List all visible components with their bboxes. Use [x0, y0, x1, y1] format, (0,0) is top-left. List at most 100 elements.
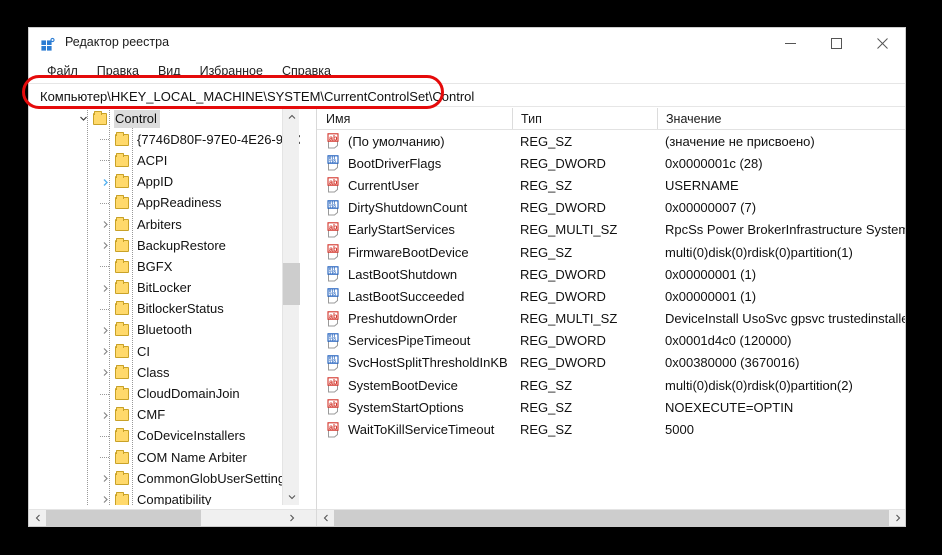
tree-scroll-up-arrow[interactable]	[283, 108, 300, 125]
address-bar[interactable]	[29, 83, 905, 107]
value-name-cell: ab CurrentUser	[317, 177, 512, 193]
address-input[interactable]	[36, 86, 898, 106]
value-row[interactable]: ab PreshutdownOrder REG_MULTI_SZ DeviceInst…	[317, 308, 905, 330]
menu-item-справка[interactable]: Справка	[273, 62, 341, 80]
value-row[interactable]: ab EarlyStartServices REG_MULTI_SZ RpcSs Po…	[317, 219, 905, 241]
value-row[interactable]: 011 110 BootDriverFlags REG_DWORD 0x0000001c…	[317, 152, 905, 174]
tree-node-bgfx[interactable]: BGFX	[29, 256, 300, 277]
tree-horizontal-scrollbar[interactable]	[29, 509, 316, 527]
column-header-name[interactable]: Имя	[317, 108, 512, 129]
folder-icon	[114, 364, 131, 381]
close-button[interactable]	[859, 28, 905, 59]
value-data-cell: multi(0)disk(0)rdisk(0)partition(1)	[665, 244, 853, 260]
tree-node-label: AppID	[137, 174, 174, 190]
tree-node-cmf[interactable]: CMF	[29, 405, 300, 426]
tree-node-compatibility[interactable]: Compatibility	[29, 489, 300, 505]
value-data-cell: 0x00000001 (1)	[665, 266, 757, 282]
value-name-label: LastBootSucceeded	[348, 288, 465, 304]
value-data-cell: RpcSs Power BrokerInfrastructure SystemE…	[665, 222, 905, 238]
values-scroll-left-arrow[interactable]	[317, 510, 334, 527]
tree-node-com-name-arbiter[interactable]: COM Name Arbiter	[29, 447, 300, 468]
minimize-icon	[784, 43, 796, 44]
value-data-cell: NOEXECUTE=OPTIN	[665, 399, 794, 415]
folder-icon	[92, 110, 109, 127]
string-value-icon: ab	[326, 377, 342, 393]
column-header-value[interactable]: Значение	[657, 108, 905, 129]
menu-item-правка[interactable]: Правка	[88, 62, 149, 80]
tree-hscroll-thumb[interactable]	[46, 510, 201, 526]
value-row[interactable]: ab FirmwareBootDevice REG_SZ multi(0)disk(0…	[317, 241, 905, 263]
tree-node-commonglobusersettings[interactable]: CommonGlobUserSettings	[29, 468, 300, 489]
minimize-button[interactable]	[767, 28, 813, 59]
value-row[interactable]: ab (По умолчанию) REG_SZ (значение не присв…	[317, 130, 905, 152]
tree-node-appid[interactable]: AppID	[29, 172, 300, 193]
string-value-icon: ab	[326, 421, 342, 438]
folder-icon	[114, 174, 131, 190]
value-type-cell: REG_DWORD	[520, 333, 606, 349]
tree-node-label: AppReadiness	[137, 195, 222, 211]
chevron-right-icon[interactable]	[97, 320, 114, 341]
value-row[interactable]: 011 110 DirtyShutdownCount REG_DWORD 0x00000…	[317, 197, 905, 219]
tree-node--7746d80f-97e0-4e26-9543[interactable]: {7746D80F-97E0-4E26-9543	[29, 129, 300, 150]
string-value-icon: ab	[326, 399, 342, 415]
tree-node-bluetooth[interactable]: Bluetooth	[29, 320, 300, 341]
title-bar: Редактор реестра	[29, 28, 905, 60]
tree-node-bitlockerstatus[interactable]: BitlockerStatus	[29, 299, 300, 320]
value-row[interactable]: 011 110 LastBootSucceeded REG_DWORD 0x000000…	[317, 285, 905, 307]
column-header-value-label: Значение	[666, 111, 722, 126]
value-type-cell: REG_DWORD	[520, 155, 606, 171]
tree-scroll-down-arrow[interactable]	[283, 488, 300, 505]
values-horizontal-scrollbar[interactable]	[317, 509, 905, 526]
menu-item-файл[interactable]: Файл	[38, 62, 88, 80]
registry-tree[interactable]: Control {7746D80F-97E0-4E26-9543 ACPI AppID…	[29, 108, 300, 505]
tree-node-acpi[interactable]: ACPI	[29, 150, 300, 171]
chevron-right-icon[interactable]	[97, 489, 114, 505]
value-name-cell: ab PreshutdownOrder	[317, 310, 512, 327]
maximize-button[interactable]	[813, 28, 859, 59]
value-type-cell: REG_DWORD	[520, 288, 606, 304]
chevron-right-icon[interactable]	[97, 172, 114, 193]
column-header-type-label: Тип	[521, 111, 542, 126]
tree-node-backuprestore[interactable]: BackupRestore	[29, 235, 300, 256]
chevron-down-icon[interactable]	[75, 108, 92, 129]
chevron-right-icon[interactable]	[97, 405, 114, 426]
value-row[interactable]: ab SystemStartOptions REG_SZ NOEXECUTE=OPT…	[317, 396, 905, 418]
tree-scroll-left-arrow[interactable]	[29, 510, 46, 527]
tree-node-appreadiness[interactable]: AppReadiness	[29, 193, 300, 214]
value-row[interactable]: ab SystemBootDevice REG_SZ multi(0)disk(0)r…	[317, 374, 905, 396]
value-row[interactable]: ab CurrentUser REG_SZ USERNAME	[317, 174, 905, 196]
tree-node-class[interactable]: Class	[29, 362, 300, 383]
values-list[interactable]: ab (По умолчанию) REG_SZ (значение не присв…	[317, 130, 905, 441]
value-row[interactable]: 011 110 ServicesPipeTimeout REG_DWORD 0x0001…	[317, 330, 905, 352]
tree-node-clouddomainjoin[interactable]: CloudDomainJoin	[29, 383, 300, 404]
tree-node-control[interactable]: Control	[29, 108, 300, 129]
tree-scroll-thumb[interactable]	[283, 263, 300, 305]
value-row[interactable]: 011 110 SvcHostSplitThresholdInKB REG_DWORD…	[317, 352, 905, 374]
chevron-right-icon[interactable]	[97, 235, 114, 256]
chevron-right-icon[interactable]	[97, 341, 114, 362]
value-type-cell: REG_MULTI_SZ	[520, 311, 618, 327]
chevron-right-icon[interactable]	[97, 278, 114, 299]
tree-node-codeviceinstallers[interactable]: CoDeviceInstallers	[29, 426, 300, 447]
menu-item-избранное[interactable]: Избранное	[191, 62, 273, 80]
value-type-cell: REG_SZ	[520, 177, 573, 193]
value-name-cell: ab (По умолчанию)	[317, 133, 512, 149]
column-header-type[interactable]: Тип	[512, 108, 657, 129]
menu-item-вид[interactable]: Вид	[149, 62, 191, 80]
values-hscroll-thumb[interactable]	[334, 510, 889, 526]
value-row[interactable]: ab WaitToKillServiceTimeout REG_SZ 5000	[317, 418, 905, 440]
value-name-label: SystemBootDevice	[348, 377, 458, 393]
chevron-right-icon[interactable]	[97, 468, 114, 489]
tree-node-ci[interactable]: CI	[29, 341, 300, 362]
tree-vertical-scrollbar[interactable]	[282, 108, 300, 505]
value-row[interactable]: 011 110 LastBootShutdown REG_DWORD 0x0000000…	[317, 263, 905, 285]
values-scroll-right-arrow[interactable]	[889, 510, 905, 527]
value-name-label: WaitToKillServiceTimeout	[348, 422, 495, 438]
tree-scroll-right-arrow[interactable]	[283, 510, 300, 527]
chevron-right-icon[interactable]	[97, 214, 114, 235]
tree-node-arbiters[interactable]: Arbiters	[29, 214, 300, 235]
folder-icon	[114, 237, 131, 254]
value-name-cell: 011 110 ServicesPipeTimeout	[317, 333, 512, 349]
tree-node-bitlocker[interactable]: BitLocker	[29, 278, 300, 299]
chevron-right-icon[interactable]	[97, 362, 114, 383]
